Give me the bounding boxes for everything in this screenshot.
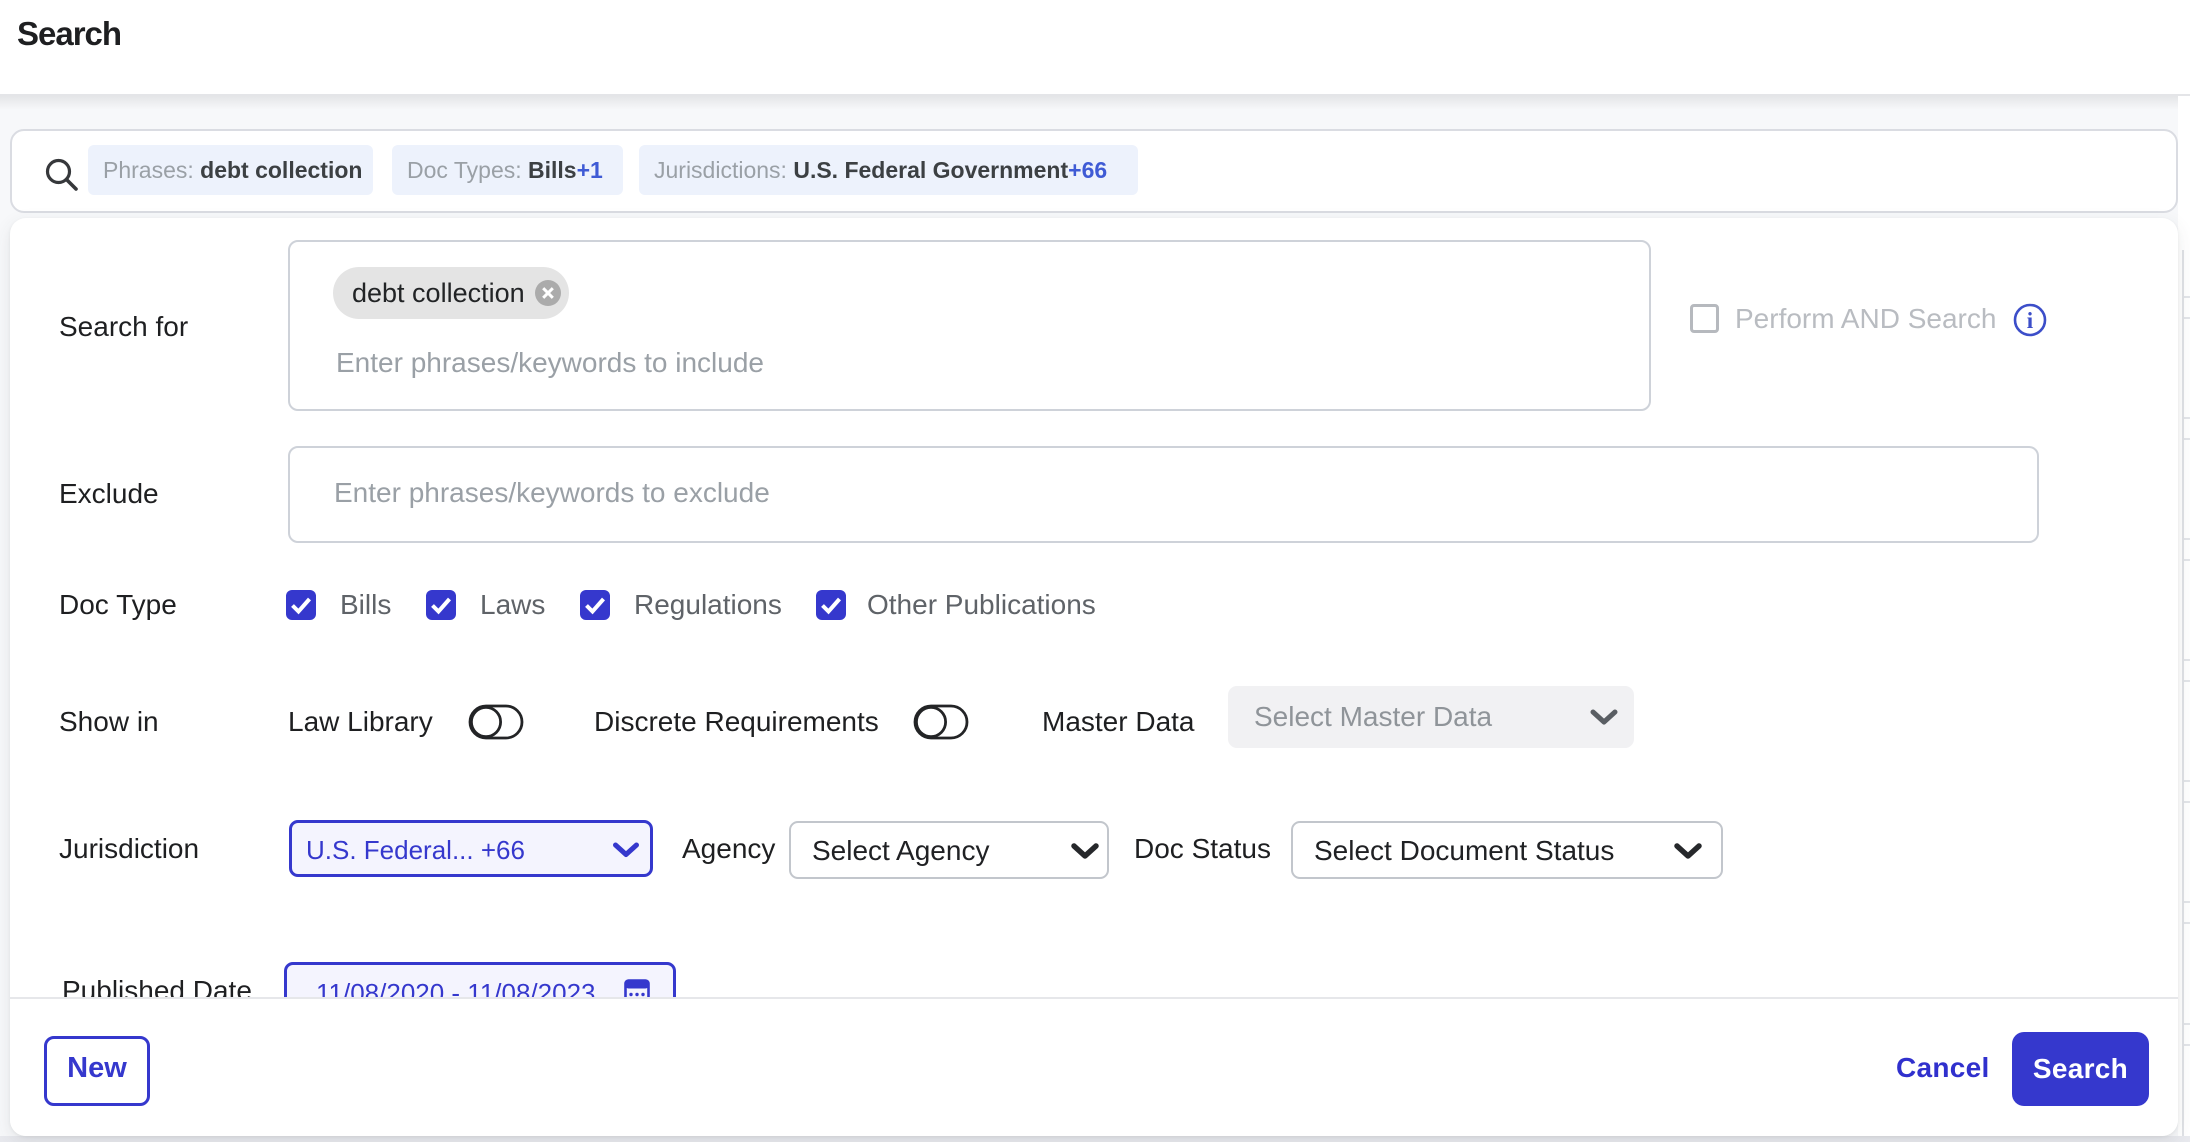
svg-text:i: i bbox=[2027, 308, 2034, 333]
